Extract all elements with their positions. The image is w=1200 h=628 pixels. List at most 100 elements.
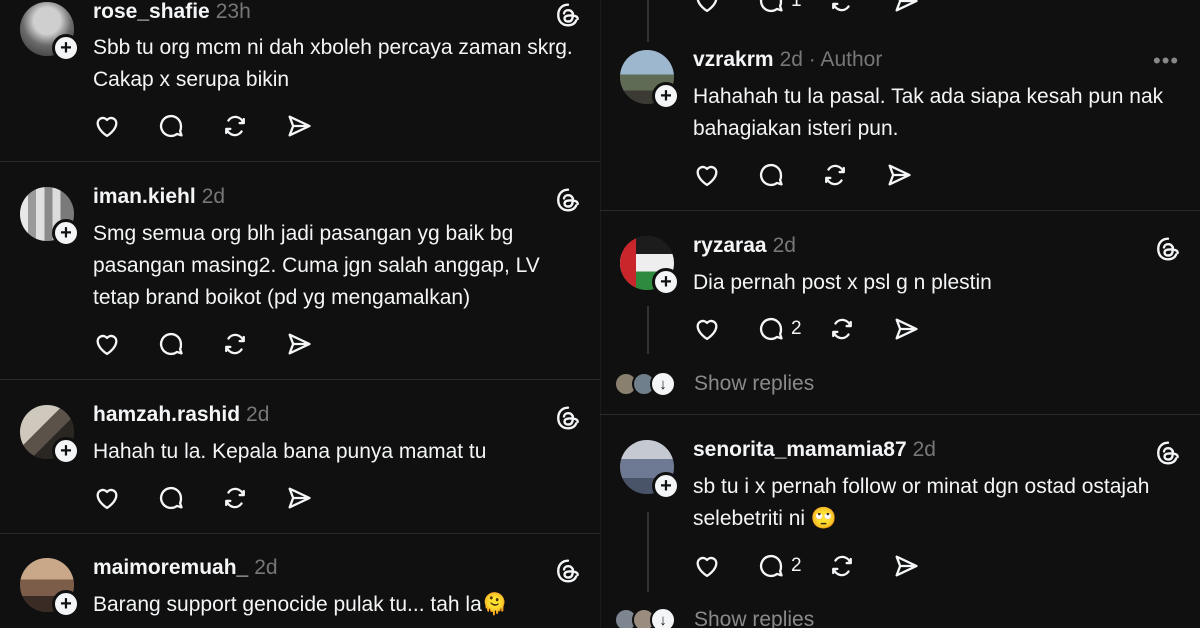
post-actions: 2 bbox=[693, 314, 956, 344]
repost-icon bbox=[225, 487, 245, 509]
like-button[interactable] bbox=[93, 330, 121, 358]
show-replies-link[interactable]: Show replies bbox=[694, 608, 814, 628]
reply-button[interactable]: 1 bbox=[757, 0, 802, 15]
post-time: 2d bbox=[912, 438, 936, 461]
follow-plus-icon[interactable]: + bbox=[52, 590, 80, 618]
follow-plus-icon[interactable]: + bbox=[652, 82, 680, 110]
username[interactable]: ryzaraa 2d bbox=[693, 234, 796, 258]
follow-plus-icon[interactable]: + bbox=[52, 219, 80, 247]
post-time: 2d bbox=[779, 48, 803, 71]
share-button[interactable] bbox=[892, 552, 920, 580]
comment-icon bbox=[159, 114, 183, 138]
divider bbox=[0, 379, 600, 380]
comment-icon bbox=[759, 163, 783, 187]
more-options-icon[interactable]: ••• bbox=[1153, 48, 1179, 74]
right-column: 1 + vzrakrm 2d · Author ••• Hahahah tu la… bbox=[600, 0, 1200, 628]
like-button[interactable] bbox=[93, 112, 121, 140]
comment-icon bbox=[759, 554, 783, 578]
reply-button[interactable] bbox=[157, 330, 185, 358]
share-button[interactable] bbox=[285, 484, 313, 512]
repost-icon bbox=[831, 2, 850, 12]
post-text: Hahah tu la. Kepala bana punya mamat tu bbox=[93, 440, 487, 463]
post-time: 23h bbox=[215, 0, 251, 23]
reply-button[interactable] bbox=[157, 484, 185, 512]
thread-line bbox=[647, 512, 649, 592]
follow-plus-icon[interactable]: + bbox=[52, 34, 80, 62]
reply-count: 2 bbox=[791, 318, 802, 339]
post-text: Sbb tu org mcm ni dah xboleh percaya zam… bbox=[93, 36, 573, 91]
post-time: 2d bbox=[246, 403, 270, 426]
post-actions: 2 bbox=[693, 551, 956, 581]
post-time: 2d bbox=[254, 556, 278, 579]
repost-button[interactable] bbox=[221, 484, 249, 512]
repost-button[interactable] bbox=[828, 0, 856, 15]
follow-plus-icon[interactable]: + bbox=[52, 437, 80, 465]
like-button[interactable] bbox=[93, 484, 121, 512]
repost-icon bbox=[225, 333, 245, 355]
username[interactable]: vzrakrm 2d · Author bbox=[693, 48, 882, 72]
divider bbox=[0, 533, 600, 534]
threads-logo-icon bbox=[557, 406, 579, 430]
arrow-down-icon: ↓ bbox=[650, 371, 676, 397]
share-button[interactable] bbox=[892, 0, 920, 15]
reply-count: 2 bbox=[791, 555, 802, 576]
heart-icon bbox=[696, 556, 718, 578]
heart-icon bbox=[96, 334, 118, 356]
repost-button[interactable] bbox=[828, 315, 856, 343]
post-text: sb tu i x pernah follow or minat dgn ost… bbox=[693, 475, 1150, 530]
repost-button[interactable] bbox=[221, 330, 249, 358]
reply-button[interactable] bbox=[757, 161, 785, 189]
share-button[interactable] bbox=[892, 315, 920, 343]
comment-icon bbox=[159, 332, 183, 356]
username[interactable]: hamzah.rashid 2d bbox=[93, 403, 269, 427]
repost-icon bbox=[825, 164, 845, 186]
follow-plus-icon[interactable]: + bbox=[652, 268, 680, 296]
heart-icon bbox=[696, 0, 718, 13]
repost-icon bbox=[831, 555, 852, 577]
share-button[interactable] bbox=[885, 161, 913, 189]
threads-logo-icon bbox=[557, 188, 579, 212]
repost-icon bbox=[225, 115, 245, 137]
username[interactable]: rose_shafie 23h bbox=[93, 0, 251, 24]
send-icon bbox=[888, 164, 911, 186]
post-actions bbox=[93, 111, 349, 141]
repost-button[interactable] bbox=[821, 161, 849, 189]
post-time: 2d bbox=[201, 185, 226, 208]
username[interactable]: iman.kiehl 2d bbox=[93, 185, 225, 209]
thread-line bbox=[647, 0, 649, 12]
username[interactable]: maimoremuah_ 2d bbox=[93, 556, 278, 580]
reply-button[interactable]: 2 bbox=[757, 552, 802, 580]
threads-logo-icon bbox=[557, 3, 579, 27]
post-text: Barang support genocide pulak tu... tah … bbox=[93, 593, 508, 616]
username[interactable]: senorita_mamamia87 2d bbox=[693, 438, 936, 462]
like-button[interactable] bbox=[693, 315, 721, 343]
threads-logo-icon bbox=[1157, 441, 1179, 465]
divider bbox=[600, 210, 1200, 211]
show-replies-row[interactable]: ↓ Show replies bbox=[614, 607, 814, 628]
comment-icon bbox=[759, 0, 783, 13]
heart-icon bbox=[96, 116, 118, 138]
repost-button[interactable] bbox=[828, 552, 856, 580]
comment-icon bbox=[759, 317, 783, 341]
like-button[interactable] bbox=[693, 161, 721, 189]
follow-plus-icon[interactable]: + bbox=[652, 472, 680, 500]
reply-button[interactable] bbox=[157, 112, 185, 140]
like-button[interactable] bbox=[693, 0, 721, 15]
reply-button[interactable]: 2 bbox=[757, 315, 802, 343]
heart-icon bbox=[696, 319, 718, 341]
show-replies-row[interactable]: ↓ Show replies bbox=[614, 371, 814, 397]
share-button[interactable] bbox=[285, 112, 313, 140]
post-actions bbox=[93, 329, 349, 359]
send-icon bbox=[288, 333, 311, 355]
show-replies-link[interactable]: Show replies bbox=[694, 372, 814, 396]
like-button[interactable] bbox=[693, 552, 721, 580]
heart-icon bbox=[696, 165, 718, 187]
post-actions bbox=[93, 483, 349, 513]
comment-icon bbox=[159, 486, 183, 510]
send-icon bbox=[288, 115, 311, 137]
post-time: 2d bbox=[772, 234, 796, 257]
post-text: Hahahah tu la pasal. Tak ada siapa kesah… bbox=[693, 85, 1164, 140]
share-button[interactable] bbox=[285, 330, 313, 358]
repost-button[interactable] bbox=[221, 112, 249, 140]
divider bbox=[600, 414, 1200, 415]
